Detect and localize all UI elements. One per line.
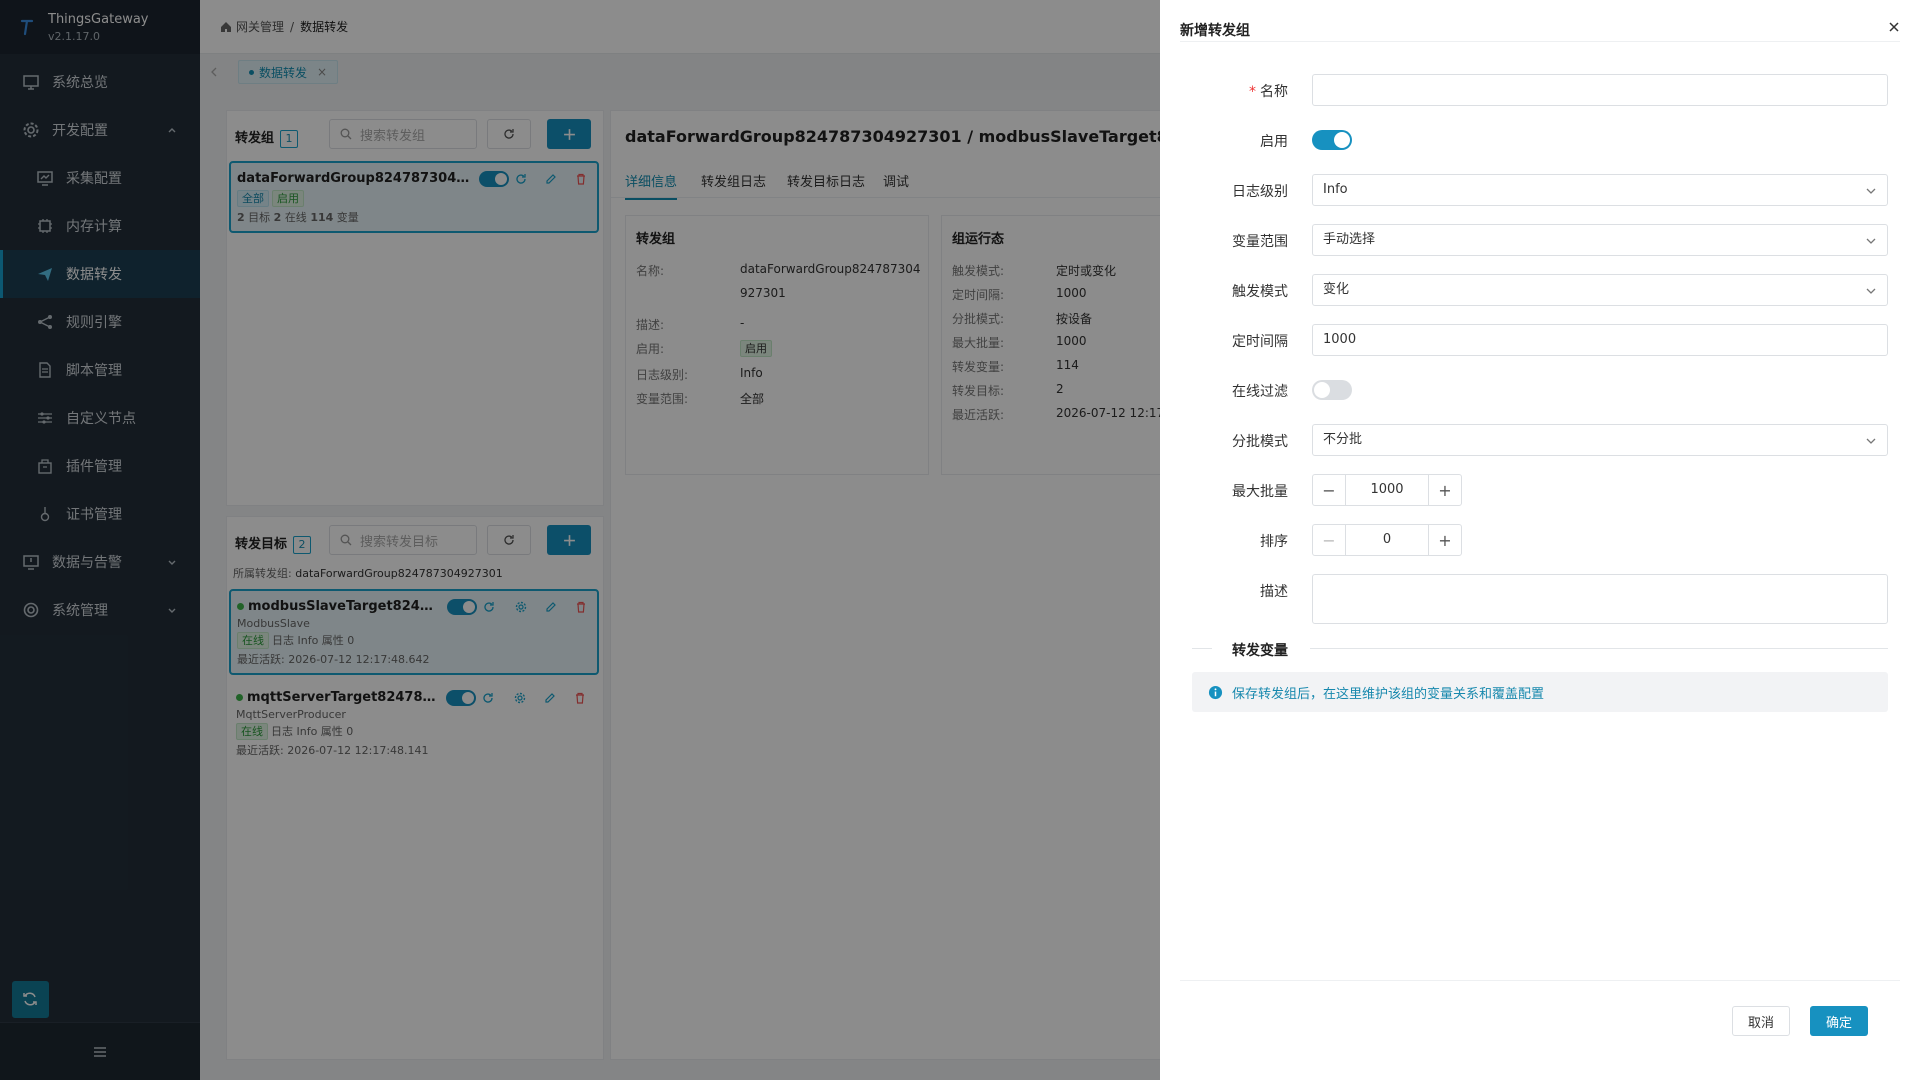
- add-group-drawer: 新增转发组 * 名称 启用 日志级别 Info 变量范围 手动选择 触发模式 变化…: [1160, 0, 1920, 1080]
- stepper-value[interactable]: 1000: [1345, 475, 1429, 505]
- toggle-knob: [1334, 132, 1350, 148]
- field-label: 排序: [1260, 534, 1288, 550]
- scope-select[interactable]: 手动选择: [1312, 224, 1888, 256]
- trigger-select[interactable]: 变化: [1312, 274, 1888, 306]
- stepper-value[interactable]: 0: [1345, 525, 1429, 555]
- select-value: 不分批: [1323, 432, 1363, 447]
- field-label-text: 名称: [1260, 84, 1288, 100]
- field-label: * 名称: [1249, 81, 1288, 101]
- name-input[interactable]: [1312, 74, 1888, 106]
- form-row-batch-mode: 分批模式 不分批: [1160, 424, 1920, 456]
- form-row-scope: 变量范围 手动选择: [1160, 224, 1920, 256]
- toggle-knob: [1314, 382, 1330, 398]
- field-label: 描述: [1260, 584, 1288, 600]
- cancel-button[interactable]: 取消: [1732, 1006, 1790, 1036]
- form-row-order: 排序 − 0 +: [1160, 524, 1920, 556]
- field-label: 日志级别: [1232, 184, 1288, 200]
- forward-vars-section: 转发变量: [1192, 640, 1888, 659]
- select-value: Info: [1323, 182, 1348, 197]
- online-filter-toggle[interactable]: [1312, 380, 1352, 400]
- field-label: 变量范围: [1232, 234, 1288, 250]
- enable-toggle[interactable]: [1312, 130, 1352, 150]
- modal-overlay[interactable]: [0, 0, 1160, 1080]
- description-textarea[interactable]: [1312, 574, 1888, 624]
- divider: [1310, 648, 1888, 649]
- increment-button[interactable]: +: [1429, 525, 1461, 555]
- chevron-down-icon: [1865, 185, 1877, 197]
- form-row-name: * 名称: [1160, 74, 1920, 106]
- field-label: 在线过滤: [1232, 384, 1288, 400]
- max-batch-stepper: − 1000 +: [1312, 474, 1462, 506]
- divider: [1192, 648, 1212, 649]
- order-stepper: − 0 +: [1312, 524, 1462, 556]
- drawer-divider: [1180, 41, 1900, 42]
- form-row-trigger: 触发模式 变化: [1160, 274, 1920, 306]
- form-row-log-level: 日志级别 Info: [1160, 174, 1920, 206]
- decrement-button[interactable]: −: [1313, 525, 1345, 555]
- drawer-title: 新增转发组: [1180, 23, 1250, 39]
- chevron-down-icon: [1865, 235, 1877, 247]
- field-label: 触发模式: [1232, 284, 1288, 300]
- chevron-down-icon: [1865, 435, 1877, 447]
- info-text: 保存转发组后，在这里维护该组的变量关系和覆盖配置: [1232, 686, 1545, 702]
- close-icon[interactable]: [1887, 20, 1901, 34]
- form-row-enable: 启用: [1160, 124, 1920, 156]
- field-label: 定时间隔: [1232, 334, 1288, 350]
- form-row-interval: 定时间隔 1000: [1160, 324, 1920, 356]
- info-icon: [1208, 685, 1223, 700]
- field-label: 最大批量: [1232, 484, 1288, 500]
- form-row-online-filter: 在线过滤: [1160, 374, 1920, 406]
- field-label: 分批模式: [1232, 434, 1288, 450]
- footer-divider: [1180, 980, 1900, 981]
- form-row-desc: 描述: [1160, 574, 1920, 624]
- select-value: 手动选择: [1323, 232, 1376, 247]
- section-title: 转发变量: [1232, 643, 1288, 659]
- decrement-button[interactable]: −: [1313, 475, 1345, 505]
- interval-input[interactable]: 1000: [1312, 324, 1888, 356]
- form-row-max-batch: 最大批量 − 1000 +: [1160, 474, 1920, 506]
- field-label: 启用: [1260, 134, 1288, 150]
- increment-button[interactable]: +: [1429, 475, 1461, 505]
- chevron-down-icon: [1865, 285, 1877, 297]
- info-alert: 保存转发组后，在这里维护该组的变量关系和覆盖配置: [1192, 672, 1888, 712]
- required-mark: *: [1249, 84, 1256, 100]
- confirm-button[interactable]: 确定: [1810, 1006, 1868, 1036]
- log-level-select[interactable]: Info: [1312, 174, 1888, 206]
- select-value: 变化: [1323, 282, 1350, 297]
- batch-mode-select[interactable]: 不分批: [1312, 424, 1888, 456]
